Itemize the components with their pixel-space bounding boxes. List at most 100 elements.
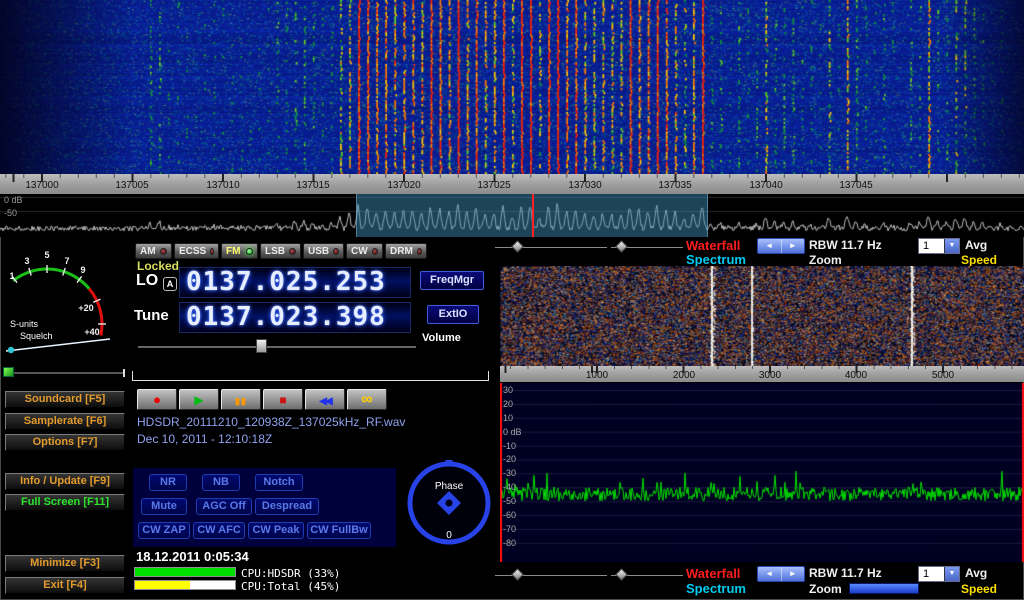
dropdown-arrow-icon[interactable]: ▼: [944, 239, 959, 253]
exit-button[interactable]: Exit [F4]: [5, 577, 125, 594]
phase-dial[interactable]: Phase 0: [404, 458, 494, 548]
audio-spectrum-panel: 30 20 10 0 dB -10 -20 -30 -40 -50 -60 -7…: [500, 383, 1024, 562]
lo-lock-badge[interactable]: A: [163, 277, 177, 291]
samplerate-button[interactable]: Samplerate [F6]: [5, 413, 125, 430]
cw-fullbw-button[interactable]: CW FullBw: [307, 522, 371, 539]
mode-led-icon: [372, 248, 378, 255]
cw-afc-button[interactable]: CW AFC: [193, 522, 245, 539]
frequency-tick-label: 137035: [645, 180, 705, 191]
mute-button[interactable]: Mute: [141, 498, 187, 515]
mode-cw-button[interactable]: CW: [346, 243, 383, 259]
zoom-slider[interactable]: [849, 583, 919, 594]
mode-fm-button[interactable]: FM: [221, 243, 258, 259]
notch-button[interactable]: Notch: [255, 474, 303, 491]
main-frequency-scale[interactable]: 137000 137005 137010 137015 137020 13702…: [0, 174, 1024, 194]
main-waterfall[interactable]: [0, 0, 1024, 174]
spectrum-label[interactable]: Spectrum: [686, 252, 746, 267]
record-button[interactable]: ●: [137, 389, 177, 410]
waterfall-label[interactable]: Waterfall: [686, 566, 740, 581]
mode-usb-button[interactable]: USB: [303, 243, 344, 259]
slider-diamond-handle[interactable]: [511, 240, 524, 253]
squelch-marker[interactable]: [8, 347, 14, 353]
cpu-hdsdr-bar-fill: [135, 568, 235, 576]
tune-cursor: [532, 194, 534, 237]
s-meter-tick-label: 7: [64, 256, 69, 266]
waterfall-brightness-slider[interactable]: [495, 247, 607, 248]
nb-button[interactable]: NB: [202, 474, 240, 491]
band-spinner[interactable]: ◄ ►: [757, 566, 805, 582]
mode-led-icon: [417, 248, 422, 255]
db-label: 30: [503, 385, 513, 395]
bins-select[interactable]: 1 ▼: [918, 238, 960, 254]
cpu-total-bar-fill: [135, 581, 190, 589]
audio-frequency-scale[interactable]: 1000 2000 3000 4000 5000: [500, 366, 1024, 382]
squelch-slider[interactable]: [14, 372, 124, 374]
agc-off-button[interactable]: AGC Off: [196, 498, 252, 515]
waterfall-contrast-slider[interactable]: [611, 247, 683, 248]
tune-frequency-digits[interactable]: 0137.023.398: [180, 303, 410, 332]
soundcard-button[interactable]: Soundcard [F5]: [5, 391, 125, 408]
lo-label: LO: [136, 272, 158, 290]
db-label: 0 dB: [503, 427, 522, 437]
bins-select[interactable]: 1 ▼: [918, 566, 960, 582]
cw-zap-button[interactable]: CW ZAP: [138, 522, 190, 539]
waterfall-label[interactable]: Waterfall: [686, 238, 740, 253]
squelch-slider-handle[interactable]: [3, 367, 14, 377]
frequency-tick-label: 137020: [374, 180, 434, 191]
extio-button[interactable]: ExtIO: [427, 305, 479, 324]
slider-diamond-handle[interactable]: [511, 568, 524, 581]
slider-diamond-handle[interactable]: [615, 240, 628, 253]
spectrum-label[interactable]: Spectrum: [686, 581, 746, 596]
dropdown-arrow-icon[interactable]: ▼: [944, 567, 959, 581]
audio-spectrum[interactable]: [500, 383, 1024, 562]
freqmgr-button[interactable]: FreqMgr: [420, 271, 484, 290]
cw-peak-button[interactable]: CW Peak: [248, 522, 304, 539]
nr-button[interactable]: NR: [149, 474, 187, 491]
mode-ecss-button[interactable]: ECSS: [174, 243, 219, 259]
waterfall-brightness-slider[interactable]: [495, 575, 607, 576]
slider-diamond-handle[interactable]: [615, 568, 628, 581]
speed-label: Speed: [961, 253, 997, 267]
db-label: -50: [4, 208, 17, 218]
tuning-bracket: [132, 371, 489, 381]
band-spinner[interactable]: ◄ ►: [757, 238, 805, 254]
s-meter: 1 3 5 7 9 +20 +40 S-units Squelch: [2, 239, 128, 363]
options-button[interactable]: Options [F7]: [5, 434, 125, 451]
mode-drm-button[interactable]: DRM: [385, 243, 427, 259]
lo-frequency-digits[interactable]: 0137.025.253: [180, 268, 410, 297]
volume-slider[interactable]: [138, 346, 416, 348]
waterfall-contrast-slider[interactable]: [611, 575, 683, 576]
frequency-tick-label: 137015: [283, 180, 343, 191]
fullscreen-button[interactable]: Full Screen [F11]: [5, 494, 125, 511]
db-label: -50: [503, 496, 516, 506]
play-button[interactable]: ▶: [179, 389, 219, 410]
stop-button[interactable]: ■: [263, 389, 303, 410]
info-update-button[interactable]: Info / Update [F9]: [5, 473, 125, 490]
db-label: -70: [503, 524, 516, 534]
db-label: -40: [503, 482, 516, 492]
mode-lsb-button[interactable]: LSB: [260, 243, 301, 259]
tune-frequency-display[interactable]: 0137.023.398: [179, 302, 411, 333]
spin-left-arrow-icon[interactable]: ◄: [758, 567, 781, 581]
mode-label: ECSS: [179, 246, 206, 257]
spin-left-arrow-icon[interactable]: ◄: [758, 239, 781, 253]
mode-led-icon: [333, 248, 339, 255]
status-datetime: 18.12.2011 0:05:34: [136, 549, 249, 564]
db-label: 20: [503, 399, 513, 409]
audio-waterfall[interactable]: [500, 266, 1024, 366]
rewind-button[interactable]: ◀◀: [305, 389, 345, 410]
mode-am-button[interactable]: AM: [135, 243, 172, 259]
mode-label: DRM: [390, 246, 413, 257]
frequency-tick-label: 137040: [736, 180, 796, 191]
spin-right-arrow-icon[interactable]: ►: [781, 567, 805, 581]
cpu-total-label: CPU:Total (45%): [241, 580, 340, 593]
loop-button[interactable]: ∞: [347, 389, 387, 410]
despread-button[interactable]: Despread: [255, 498, 319, 515]
db-label: -20: [503, 454, 516, 464]
volume-slider-handle[interactable]: [256, 339, 267, 353]
spin-right-arrow-icon[interactable]: ►: [781, 239, 805, 253]
mode-led-icon: [246, 248, 253, 255]
pause-button[interactable]: ▮▮: [221, 389, 261, 410]
lo-frequency-display[interactable]: 0137.025.253: [179, 267, 411, 298]
minimize-button[interactable]: Minimize [F3]: [5, 555, 125, 572]
